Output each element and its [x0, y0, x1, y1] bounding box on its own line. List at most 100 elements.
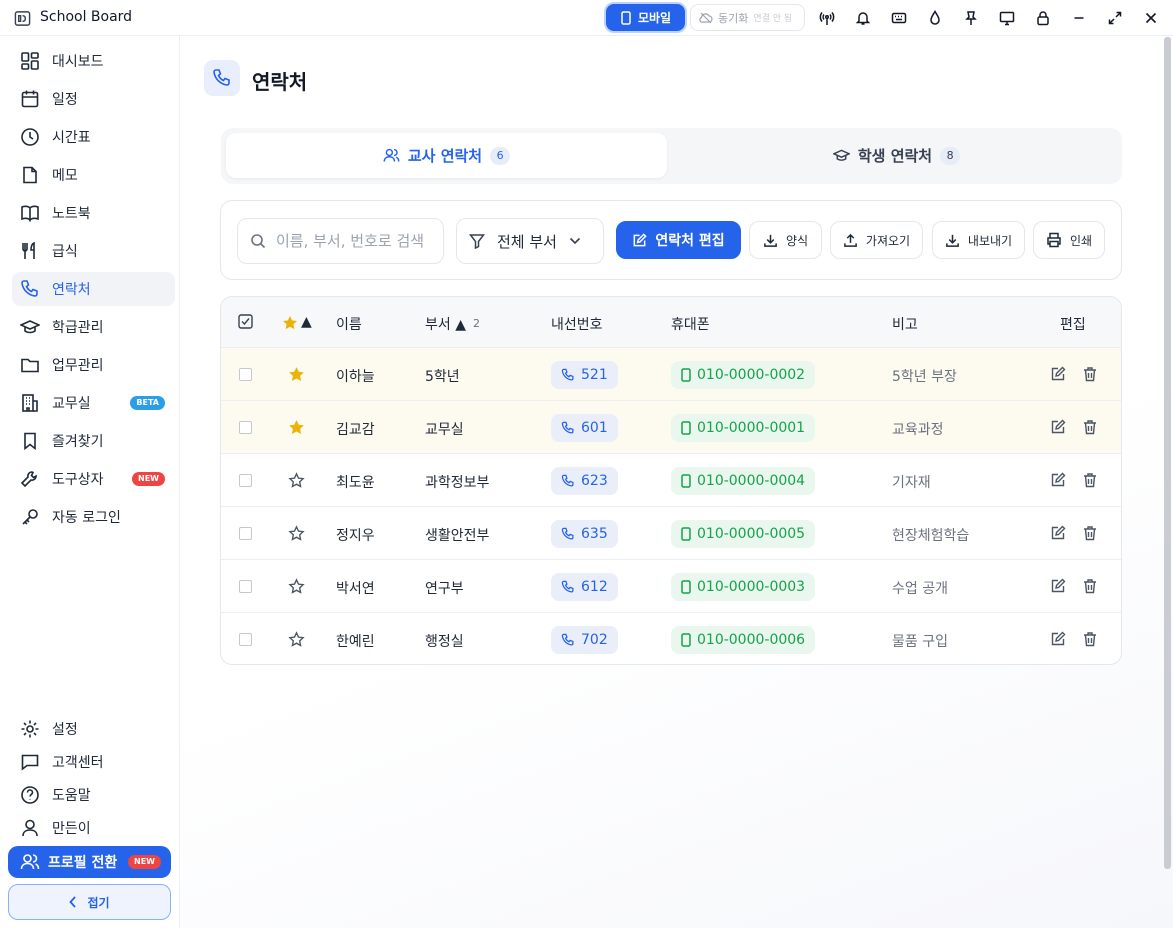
sidebar-item-dashboard[interactable]: 대시보드: [12, 44, 175, 78]
sidebar-item-staff-room[interactable]: 교무실 BETA: [12, 386, 175, 420]
phone-icon: [21, 280, 38, 297]
star-outline-icon[interactable]: [288, 631, 305, 648]
edit-icon[interactable]: [1050, 472, 1066, 488]
phone-icon: [561, 474, 574, 487]
import-button[interactable]: 가져오기: [830, 221, 923, 259]
sidebar-item-toolbox[interactable]: 도구상자 NEW: [12, 462, 175, 496]
search-icon: [251, 234, 266, 249]
select-all-checkbox[interactable]: [238, 314, 253, 329]
trash-icon[interactable]: [1082, 366, 1098, 382]
mobile-chip[interactable]: 010-0000-0003: [671, 573, 816, 601]
header-extension[interactable]: 내선번호: [551, 314, 603, 334]
sidebar-item-meal[interactable]: 급식: [12, 234, 175, 268]
sidebar-item-label: 자동 로그인: [52, 510, 121, 526]
smartphone-icon: [681, 527, 691, 541]
contact-tabs: 교사 연락처 6 학생 연락처 8: [221, 128, 1122, 184]
antenna-icon[interactable]: [819, 10, 835, 26]
pin-icon[interactable]: [963, 10, 979, 26]
star-outline-icon[interactable]: [288, 525, 305, 542]
star-filled-icon[interactable]: [288, 419, 305, 436]
collapse-sidebar-button[interactable]: 접기: [8, 884, 171, 920]
print-button[interactable]: 인쇄: [1033, 221, 1105, 259]
row-checkbox[interactable]: [239, 474, 252, 487]
row-checkbox[interactable]: [239, 421, 252, 434]
page-title: 연락처: [252, 70, 308, 94]
trash-icon[interactable]: [1082, 525, 1098, 541]
sync-button[interactable]: 동기화 연결 안 됨: [690, 4, 805, 31]
search-input[interactable]: [276, 232, 436, 250]
maximize-icon[interactable]: [1107, 10, 1123, 26]
mobile-chip[interactable]: 010-0000-0005: [671, 520, 816, 548]
trash-icon[interactable]: [1082, 472, 1098, 488]
header-name[interactable]: 이름: [336, 314, 362, 334]
drop-icon[interactable]: [927, 10, 943, 26]
mobile-chip[interactable]: 010-0000-0001: [671, 414, 816, 442]
mobile-mode-button[interactable]: 모바일: [606, 4, 685, 31]
edit-contacts-button[interactable]: 연락처 편집: [616, 221, 741, 259]
tab-student-contacts[interactable]: 학생 연락처 8: [676, 133, 1117, 178]
download-icon: [764, 234, 777, 247]
scrollbar[interactable]: [1164, 37, 1171, 869]
trash-icon[interactable]: [1082, 419, 1098, 435]
sidebar-item-favorites[interactable]: 즐겨찾기: [12, 424, 175, 458]
sidebar-item-auto-login[interactable]: 자동 로그인: [12, 500, 175, 534]
contact-department: 연구부: [425, 581, 464, 597]
sidebar-item-support[interactable]: 고객센터: [12, 745, 175, 779]
sidebar-item-schedule[interactable]: 일정: [12, 82, 175, 116]
tab-teacher-contacts[interactable]: 교사 연락처 6: [226, 133, 667, 178]
export-button[interactable]: 내보내기: [932, 221, 1025, 259]
header-note[interactable]: 비고: [892, 314, 918, 334]
extension-chip[interactable]: 635: [551, 520, 618, 548]
users-icon: [383, 148, 400, 162]
row-checkbox[interactable]: [239, 580, 252, 593]
monitor-icon[interactable]: [999, 10, 1015, 26]
template-download-button[interactable]: 양식: [749, 221, 822, 259]
sidebar-item-work-management[interactable]: 업무관리: [12, 348, 175, 382]
smartphone-icon: [681, 421, 691, 435]
edit-icon[interactable]: [1050, 525, 1066, 541]
row-checkbox[interactable]: [239, 527, 252, 540]
extension-chip[interactable]: 623: [551, 467, 618, 495]
star-sort-icon[interactable]: [282, 315, 298, 331]
lock-icon[interactable]: [1035, 10, 1051, 26]
sidebar-item-credits[interactable]: 만든이: [12, 811, 175, 845]
edit-icon[interactable]: [1050, 419, 1066, 435]
keyboard-icon[interactable]: [891, 10, 907, 26]
import-label: 가져오기: [865, 233, 911, 248]
trash-icon[interactable]: [1082, 631, 1098, 647]
edit-icon[interactable]: [1050, 578, 1066, 594]
minimize-icon[interactable]: [1071, 10, 1087, 26]
sidebar-item-settings[interactable]: 설정: [12, 712, 175, 746]
close-icon[interactable]: [1143, 10, 1159, 26]
star-outline-icon[interactable]: [288, 578, 305, 595]
header-mobile[interactable]: 휴대폰: [671, 314, 710, 334]
star-outline-icon[interactable]: [288, 472, 305, 489]
sidebar-item-timetable[interactable]: 시간표: [12, 120, 175, 154]
sidebar-item-help[interactable]: 도움말: [12, 778, 175, 812]
sidebar-item-notebook[interactable]: 노트북: [12, 196, 175, 230]
tab-label: 학생 연락처: [857, 147, 933, 165]
row-checkbox[interactable]: [239, 633, 252, 646]
extension-chip[interactable]: 601: [551, 414, 618, 442]
sidebar-item-memo[interactable]: 메모: [12, 158, 175, 192]
sidebar-item-label: 설정: [52, 722, 78, 738]
trash-icon[interactable]: [1082, 578, 1098, 594]
edit-icon[interactable]: [1050, 366, 1066, 382]
mobile-chip[interactable]: 010-0000-0002: [671, 361, 816, 389]
sidebar-item-class-management[interactable]: 학급관리: [12, 310, 175, 344]
profile-switch-button[interactable]: 프로필 전환 NEW: [8, 846, 171, 878]
sidebar-item-contacts[interactable]: 연락처: [12, 272, 175, 306]
star-filled-icon[interactable]: [288, 366, 305, 383]
bell-icon[interactable]: [855, 10, 871, 26]
extension-chip[interactable]: 702: [551, 626, 618, 654]
mobile-chip[interactable]: 010-0000-0004: [671, 467, 816, 495]
edit-icon[interactable]: [1050, 631, 1066, 647]
title-bar: School Board 모바일 동기화 연결 안 됨: [0, 0, 1173, 36]
mobile-chip[interactable]: 010-0000-0006: [671, 626, 816, 654]
extension-chip[interactable]: 612: [551, 573, 618, 601]
department-filter-select[interactable]: 전체 부서: [456, 218, 604, 264]
extension-chip[interactable]: 521: [551, 361, 618, 389]
header-department[interactable]: 부서 ▲: [425, 314, 466, 334]
row-checkbox[interactable]: [239, 368, 252, 381]
export-label: 내보내기: [967, 233, 1013, 248]
